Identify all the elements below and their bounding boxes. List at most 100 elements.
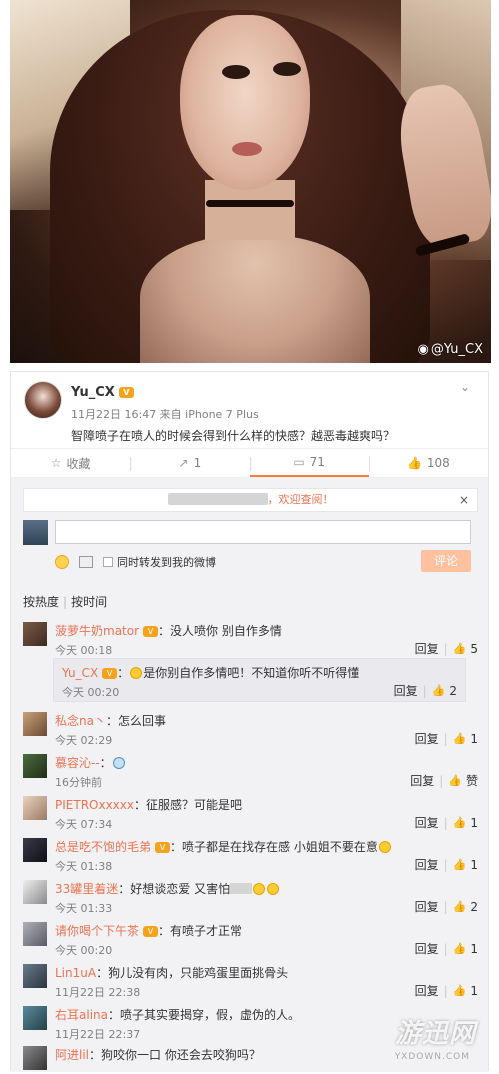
commenter-avatar[interactable] <box>23 622 47 646</box>
ops-separator: | <box>443 857 448 872</box>
emoji-icon <box>267 883 280 895</box>
comment-time: 11月22日 22:37 <box>55 1028 141 1041</box>
commenter-avatar[interactable] <box>23 1046 47 1070</box>
thumbs-up-icon[interactable]: 👍 <box>448 774 462 787</box>
comment-text: ：没人喷你 别自作多情 <box>158 624 282 638</box>
ops-separator: | <box>443 983 448 998</box>
star-icon: ☆ <box>50 456 62 470</box>
comment-text: ：喷子都是在找存在感 小姐姐不要在意 <box>170 840 378 854</box>
tab-sort-hot[interactable]: 按热度 <box>23 595 59 609</box>
reply-button[interactable]: 回复 <box>415 730 439 747</box>
reply-text: 是你别自作多情吧！不知道你听不听得懂 <box>143 666 360 680</box>
clock-emoji-icon <box>112 757 125 769</box>
ops-separator: | <box>422 683 427 698</box>
comment-text: ：有喷子才正常 <box>158 924 243 938</box>
commenter-name[interactable]: 请你喝个下午茶 <box>55 924 139 938</box>
replier-name[interactable]: Yu_CX <box>62 666 98 680</box>
comment-icon: ▭ <box>293 455 305 469</box>
reply-button[interactable]: 回复 <box>410 772 434 789</box>
forward-checkbox[interactable] <box>103 557 113 567</box>
welcome-text: ，欢迎查阅！ <box>267 493 334 506</box>
reply-button[interactable]: 回复 <box>415 640 439 657</box>
post-username[interactable]: Yu_CX V <box>71 385 134 400</box>
comment-time: 16分钟前 <box>55 776 102 789</box>
commenter-name[interactable]: 菠萝牛奶mator <box>55 624 139 638</box>
commenter-avatar[interactable] <box>23 1006 47 1030</box>
thumbs-up-icon[interactable]: 👍 <box>453 942 467 955</box>
forward-button[interactable]: ↗ 1 <box>130 449 249 477</box>
comment-ops: 回复 | 👍 2 <box>415 898 478 915</box>
commenter-name[interactable]: Lin1uA <box>55 966 96 980</box>
commenter-avatar[interactable] <box>23 754 47 778</box>
comment-ops: 回复 | 👍 1 <box>415 982 478 999</box>
commenter-name[interactable]: 总是吃不饱的毛弟 <box>55 840 151 854</box>
like-button[interactable]: 👍 108 <box>368 449 488 477</box>
comment-input[interactable] <box>55 520 471 544</box>
commenter-avatar[interactable] <box>23 880 47 904</box>
comment-item: 请你喝个下午茶 V ：有喷子才正常 今天 00:20 回复 | 👍 1 <box>23 922 478 957</box>
comment-text: ：喷子其实要揭穿，假，虚伪的人。 <box>107 1008 300 1022</box>
close-icon[interactable]: × <box>459 489 469 511</box>
comment-area: ，欢迎查阅！ × 同时转发到我的微博 评论 按热度 | 按时间 菠萝牛奶mator V… <box>11 478 488 1072</box>
thumbs-up-icon[interactable]: 👍 <box>432 684 446 697</box>
vip-badge-icon: V <box>118 387 134 398</box>
commenter-avatar[interactable] <box>23 922 47 946</box>
thumbs-up-icon[interactable]: 👍 <box>453 642 467 655</box>
comment-text: ：怎么回事 <box>105 714 166 728</box>
commenter-avatar[interactable] <box>23 964 47 988</box>
tab-sort-time[interactable]: 按时间 <box>71 595 107 609</box>
commenter-name[interactable]: 私念na丶 <box>55 714 106 728</box>
reply-content: Yu_CX V：是你别自作多情吧！不知道你听不听得懂 <box>62 666 360 680</box>
commenter-avatar[interactable] <box>23 712 47 736</box>
like-count: 1 <box>470 941 478 956</box>
ops-separator: | <box>443 815 448 830</box>
post-photo[interactable]: ◉ @Yu_CX <box>10 0 491 363</box>
emoji-icon[interactable] <box>55 555 69 569</box>
comment-time: 11月22日 22:38 <box>55 986 141 999</box>
commenter-avatar[interactable] <box>23 838 47 862</box>
reply-button[interactable]: 回复 <box>415 898 439 915</box>
submit-comment-button[interactable]: 评论 <box>421 550 471 572</box>
like-count: 1 <box>470 983 478 998</box>
ops-separator: | <box>443 899 448 914</box>
thumbs-up-icon[interactable]: 👍 <box>453 858 467 871</box>
commenter-name[interactable]: PIETROxxxxx <box>55 798 134 812</box>
sort-tabs: 按热度 | 按时间 <box>23 593 107 610</box>
vip-badge-icon: V <box>143 926 159 937</box>
reply-button[interactable]: 回复 <box>415 856 439 873</box>
image-icon[interactable] <box>79 556 93 568</box>
comment-button[interactable]: ▭ 71 <box>249 449 369 477</box>
reply-time: 今天 00:20 <box>62 686 120 699</box>
photo-body <box>140 235 370 363</box>
comment-time: 今天 07:34 <box>55 818 113 831</box>
thumbs-up-icon[interactable]: 👍 <box>453 984 467 997</box>
commenter-name[interactable]: 慕容沁-- <box>55 756 100 770</box>
forward-icon: ↗ <box>178 456 189 470</box>
thumbs-up-icon[interactable]: 👍 <box>453 816 467 829</box>
avatar[interactable] <box>24 381 62 419</box>
forward-checkbox-label: 同时转发到我的微博 <box>117 556 216 569</box>
commenter-name[interactable]: 右耳alina <box>55 1008 108 1022</box>
vip-badge-icon: V <box>102 668 118 679</box>
thumbs-up-icon[interactable]: 👍 <box>453 732 467 745</box>
sort-separator: | <box>63 595 68 609</box>
username-text[interactable]: Yu_CX <box>71 385 115 400</box>
commenter-name[interactable]: 阿进lil <box>55 1048 89 1062</box>
thumbs-up-icon[interactable]: 👍 <box>453 900 467 913</box>
photo-eye-right <box>273 62 301 76</box>
ops-separator: | <box>443 731 448 746</box>
commenter-avatar[interactable] <box>23 796 47 820</box>
reply-button[interactable]: 回复 <box>415 814 439 831</box>
reply-button[interactable]: 回复 <box>415 940 439 957</box>
thumbs-up-icon: 👍 <box>406 456 422 470</box>
comment-time: 今天 02:29 <box>55 734 113 747</box>
comment-text: ：狗咬你一口 你还会去咬狗吗？ <box>89 1048 261 1062</box>
reply-button[interactable]: 回复 <box>394 682 418 699</box>
favorite-button[interactable]: ☆ 收藏 <box>11 449 130 477</box>
reply-button[interactable]: 回复 <box>415 982 439 999</box>
comment-time: 今天 00:18 <box>55 644 113 657</box>
like-count: 2 <box>449 683 457 698</box>
chevron-down-icon[interactable]: ⌄ <box>460 380 470 394</box>
like-count: 2 <box>470 899 478 914</box>
commenter-name[interactable]: 33罐里着迷 <box>55 882 118 896</box>
